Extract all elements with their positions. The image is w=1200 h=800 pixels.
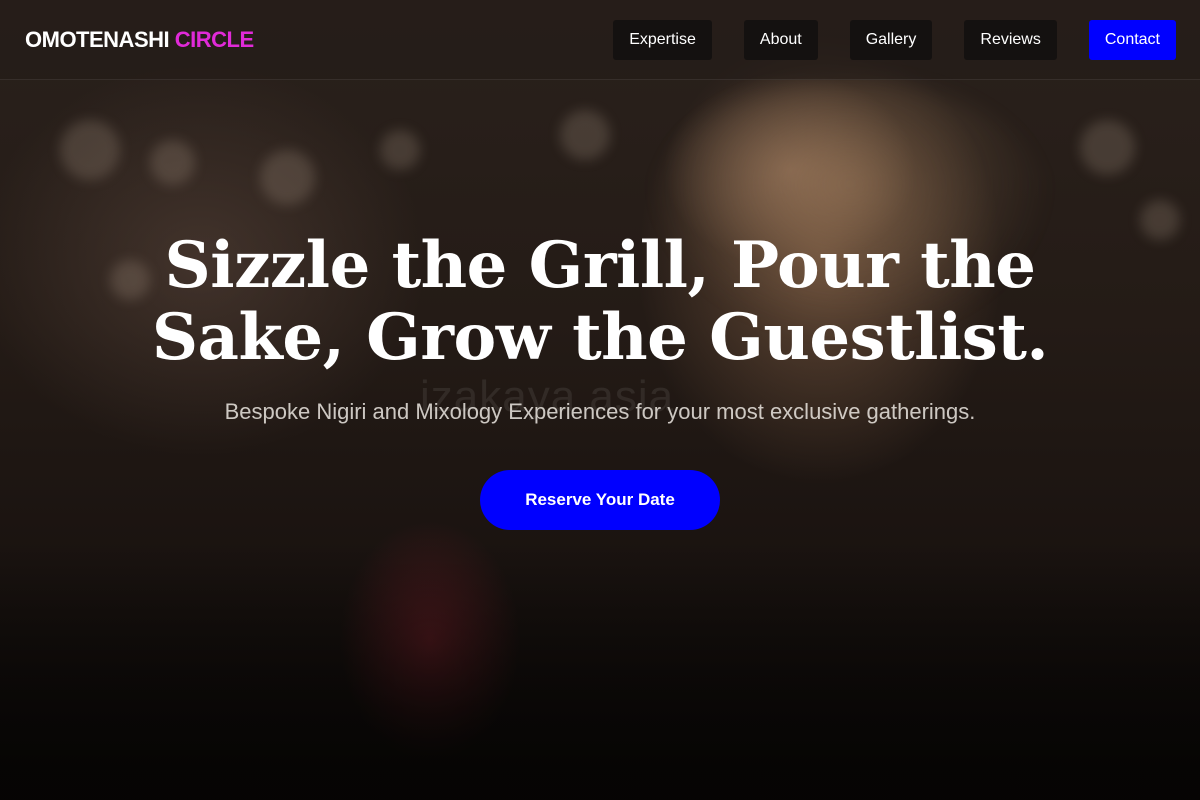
brand-name-accent: CIRCLE <box>174 26 254 52</box>
nav-reviews-button[interactable]: Reviews <box>964 19 1057 60</box>
main-nav: Expertise About Gallery Reviews Contact <box>581 19 1176 60</box>
brand-logo[interactable]: OMOTENASHI CIRCLE <box>25 27 254 53</box>
site-header: OMOTENASHI CIRCLE Expertise About Galler… <box>0 0 1200 80</box>
reserve-date-button[interactable]: Reserve Your Date <box>480 470 720 530</box>
hero-subtitle: Bespoke Nigiri and Mixology Experiences … <box>224 399 976 424</box>
brand-name-primary: OMOTENASHI <box>25 26 170 52</box>
hero-content: Sizzle the Grill, Pour the Sake, Grow th… <box>0 230 1200 530</box>
hero-headline: Sizzle the Grill, Pour the Sake, Grow th… <box>151 228 1049 375</box>
nav-about-button[interactable]: About <box>743 19 818 60</box>
nav-contact-button[interactable]: Contact <box>1088 19 1176 60</box>
nav-gallery-button[interactable]: Gallery <box>849 19 933 60</box>
nav-expertise-button[interactable]: Expertise <box>613 19 712 60</box>
